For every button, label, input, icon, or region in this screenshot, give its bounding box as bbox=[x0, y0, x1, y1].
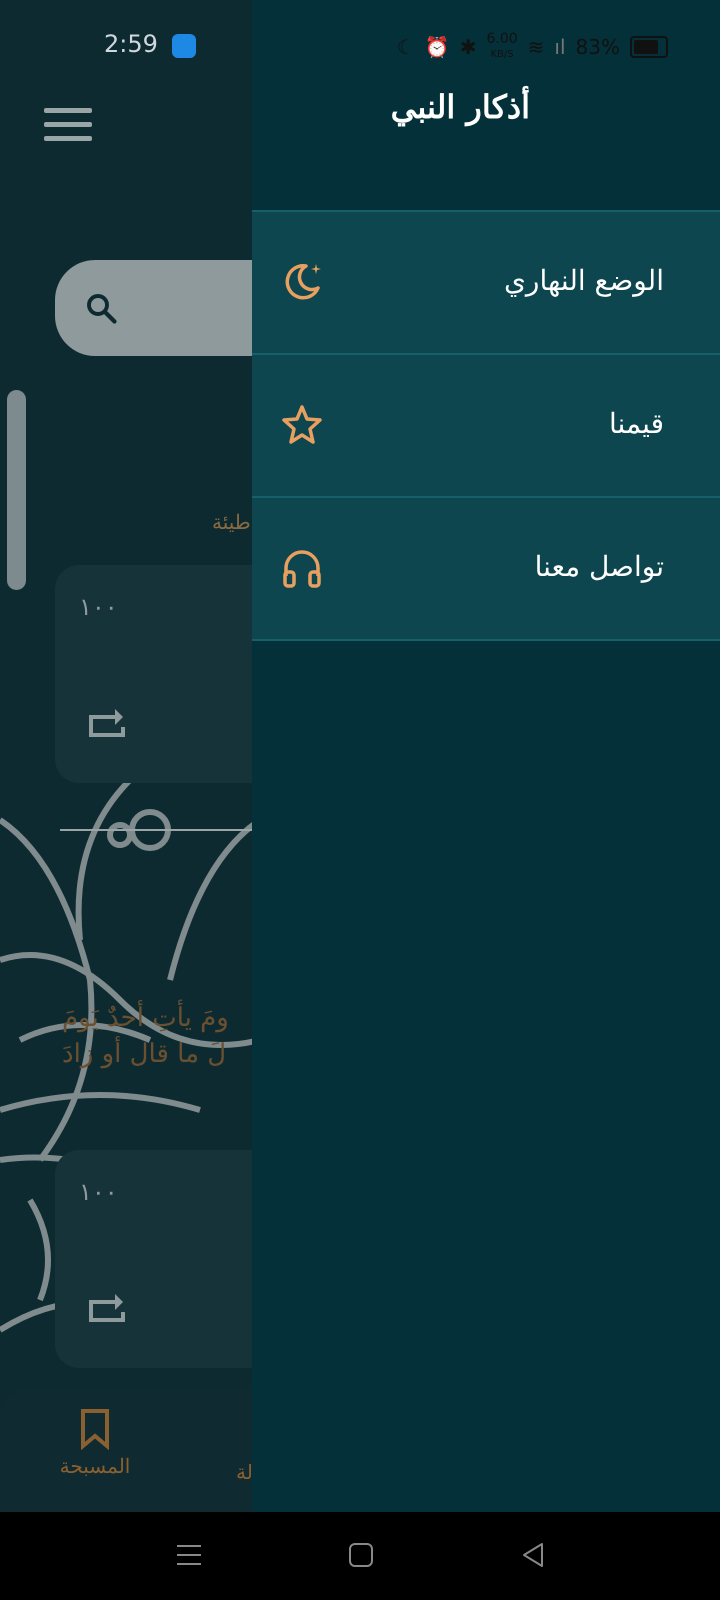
star-icon bbox=[282, 405, 322, 444]
drawer-title: أذكار النبي bbox=[390, 88, 530, 126]
search-icon bbox=[87, 294, 117, 324]
card-count: ١٠٠ bbox=[79, 593, 118, 621]
signal-icon: ıl bbox=[554, 35, 566, 59]
bookmark-icon bbox=[81, 1409, 109, 1451]
network-speed: 6.00 KB/S bbox=[486, 32, 517, 62]
menu-item-day-mode[interactable]: الوضع النهاري bbox=[252, 210, 720, 353]
nav-item-tasbeeh[interactable]: المسبحة bbox=[50, 1408, 140, 1478]
battery-percent: 83% bbox=[575, 35, 620, 59]
network-speed-unit: KB/S bbox=[490, 49, 514, 60]
home-icon[interactable] bbox=[346, 1540, 376, 1570]
verse-text: ومَ يأتِ أحدٌ يَومَ لَ ما قال أو زادَ bbox=[62, 1000, 229, 1072]
drawer-menu: الوضع النهاري قيمنا تواصل معنا bbox=[252, 210, 720, 641]
alarm-icon: ⏰ bbox=[424, 35, 450, 59]
bluetooth-icon: ✱ bbox=[459, 35, 477, 59]
back-icon[interactable] bbox=[518, 1540, 548, 1570]
status-time: 2:59 bbox=[104, 30, 158, 58]
network-speed-value: 6.00 bbox=[486, 31, 518, 47]
menu-item-rate-us[interactable]: قيمنا bbox=[252, 353, 720, 496]
scrollbar[interactable] bbox=[7, 390, 26, 590]
verse-line: لَ ما قال أو زادَ bbox=[62, 1039, 227, 1069]
repeat-icon[interactable] bbox=[85, 1290, 127, 1324]
menu-item-contact-us[interactable]: تواصل معنا bbox=[252, 496, 720, 641]
nav-label: المسبحة bbox=[59, 1454, 131, 1478]
nav-item-other[interactable]: لة bbox=[236, 1460, 253, 1484]
navigation-drawer: ☾ ⏰ ✱ 6.00 KB/S ≋ ıl 83% أذكار النبي الو… bbox=[252, 0, 720, 1512]
system-navigation-bar bbox=[0, 1512, 720, 1600]
menu-item-label: تواصل معنا bbox=[534, 550, 664, 583]
menu-item-label: الوضع النهاري bbox=[504, 264, 664, 297]
recent-apps-icon[interactable] bbox=[174, 1540, 204, 1570]
category-label: طيئة bbox=[212, 510, 251, 534]
menu-item-label: قيمنا bbox=[608, 407, 664, 440]
card-count: ١٠٠ bbox=[79, 1178, 118, 1206]
drawer-header: ☾ ⏰ ✱ 6.00 KB/S ≋ ıl 83% أذكار النبي bbox=[252, 0, 720, 210]
status-icons: ☾ ⏰ ✱ 6.00 KB/S ≋ ıl 83% bbox=[397, 32, 668, 62]
hamburger-menu-icon[interactable] bbox=[44, 108, 92, 142]
moon-stars-icon bbox=[285, 264, 321, 300]
verse-line: ومَ يأتِ أحدٌ يَومَ bbox=[62, 1003, 229, 1033]
battery-icon bbox=[630, 36, 668, 58]
headphones-icon bbox=[283, 550, 321, 588]
moon-status-icon: ☾ bbox=[396, 35, 415, 59]
wifi-icon: ≋ bbox=[527, 35, 545, 59]
android-notification-icon bbox=[172, 34, 196, 58]
repeat-icon[interactable] bbox=[85, 705, 127, 739]
